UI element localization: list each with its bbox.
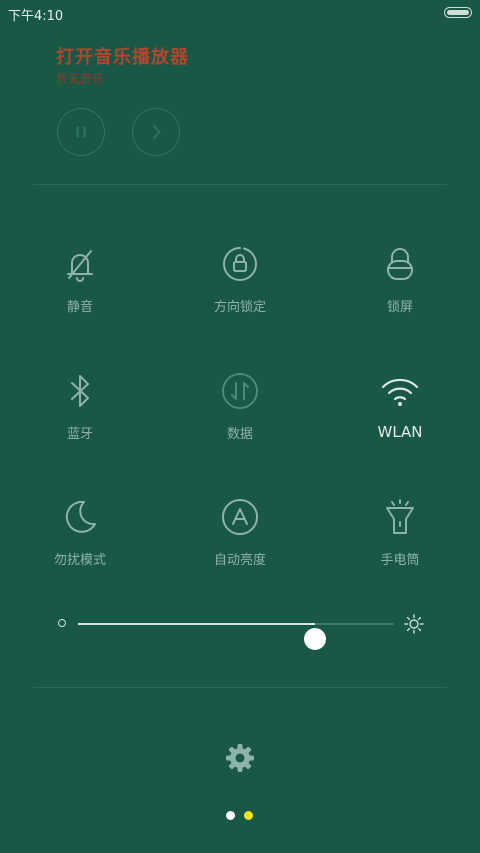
rotation-lock-icon (223, 247, 257, 281)
tile-auto-brightness-label: 自动亮度 (213, 553, 266, 568)
tile-bluetooth-label: 蓝牙 (66, 427, 93, 442)
tile-auto-brightness[interactable]: 自动亮度 (170, 497, 310, 577)
tile-lock-screen-label: 锁屏 (386, 300, 413, 315)
tile-wlan[interactable]: WLAN (330, 371, 470, 451)
pause-button[interactable] (57, 108, 105, 156)
brightness-track[interactable] (78, 623, 394, 650)
status-time: 下午4:10 (8, 9, 64, 24)
lock-icon (387, 248, 413, 280)
chevron-right-icon (152, 124, 161, 140)
settings-gear-icon[interactable] (224, 742, 256, 774)
brightness-high-icon (404, 614, 424, 634)
divider-bottom (33, 687, 447, 688)
tile-do-not-disturb[interactable]: 勿扰模式 (10, 497, 150, 577)
flashlight-icon (386, 499, 414, 534)
page-indicator (226, 811, 253, 820)
music-subtitle: 暂无音乐 (56, 72, 105, 86)
tile-flashlight-label: 手电筒 (380, 553, 420, 568)
tile-flashlight[interactable]: 手电筒 (330, 497, 470, 577)
bluetooth-icon (71, 375, 89, 407)
auto-brightness-icon (222, 499, 258, 535)
tile-do-not-disturb-label: 勿扰模式 (53, 553, 106, 568)
tile-bluetooth[interactable]: 蓝牙 (10, 371, 150, 451)
mobile-data-icon (222, 373, 258, 409)
pause-icon (76, 126, 86, 138)
tile-wlan-label: WLAN (377, 423, 423, 441)
brightness-low-icon (58, 619, 66, 627)
divider-top (33, 184, 447, 185)
tile-mobile-data-label: 数据 (226, 427, 253, 442)
tile-mobile-data[interactable]: 数据 (170, 371, 310, 451)
brightness-thumb[interactable] (304, 628, 326, 650)
next-track-button[interactable] (132, 108, 180, 156)
tile-mute-label: 静音 (66, 300, 93, 315)
tile-lock-screen[interactable]: 锁屏 (330, 244, 470, 324)
status-bar: 下午4:10 (0, 0, 480, 26)
tile-rotation-lock-label: 方向锁定 (213, 300, 266, 315)
tile-rotation-lock[interactable]: 方向锁定 (170, 244, 310, 324)
tile-mute[interactable]: 静音 (10, 244, 150, 324)
page-dot-1 (226, 811, 235, 820)
brightness-fill (78, 623, 315, 625)
moon-icon (65, 500, 96, 533)
open-music-player-link[interactable]: 打开音乐播放器 (56, 43, 189, 69)
page-dot-2 (244, 811, 253, 820)
brightness-slider[interactable] (56, 608, 428, 650)
wifi-icon (381, 378, 419, 406)
battery-icon (444, 7, 472, 18)
bell-off-icon (67, 250, 93, 282)
